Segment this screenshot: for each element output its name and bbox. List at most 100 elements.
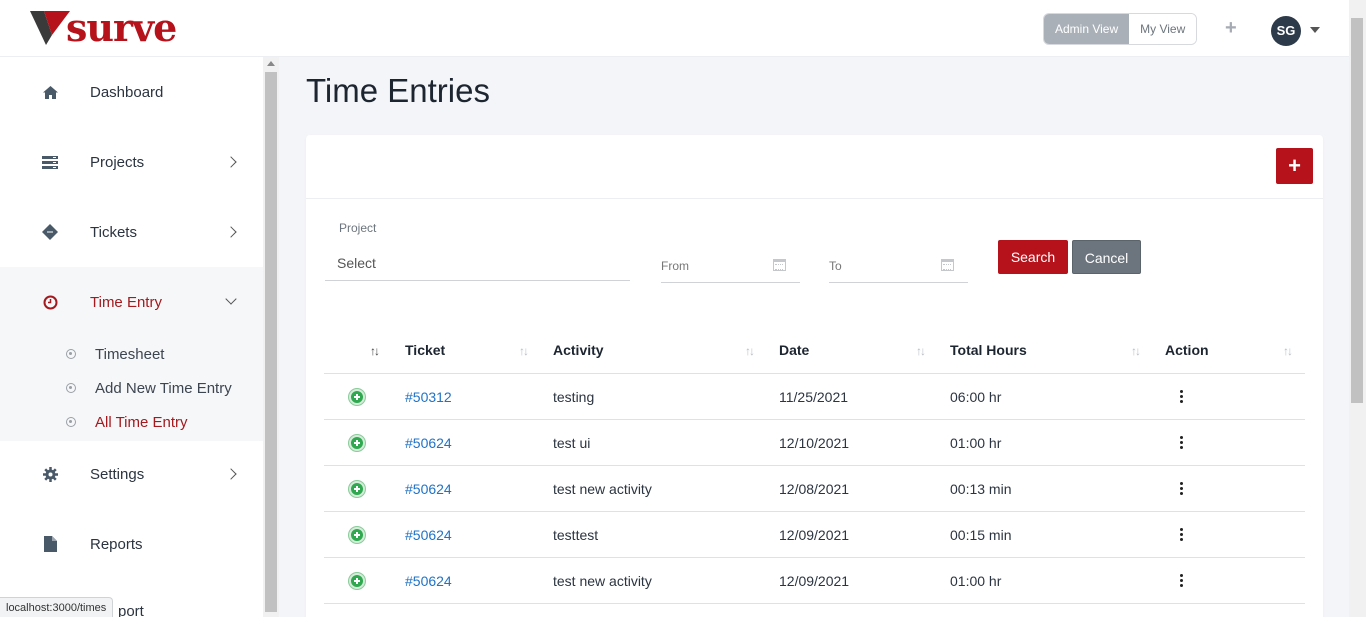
more-vertical-icon[interactable] xyxy=(1180,482,1183,496)
sidebar-scrollbar[interactable] xyxy=(263,57,279,617)
date-cell: 12/08/2021 xyxy=(779,481,850,497)
expand-row-icon[interactable] xyxy=(349,481,365,497)
ticket-link[interactable]: #50624 xyxy=(405,481,452,497)
circle-icon xyxy=(66,417,76,427)
expand-row-icon[interactable] xyxy=(349,573,365,589)
sort-icon[interactable]: ↑↓ xyxy=(1283,344,1293,358)
submenu-item-timesheet[interactable]: Timesheet xyxy=(0,337,263,371)
sidebar-item-settings[interactable]: Settings xyxy=(0,439,263,509)
server-icon xyxy=(42,154,58,170)
expand-row-icon[interactable] xyxy=(349,435,365,451)
status-url-tooltip: localhost:3000/times xyxy=(0,597,114,617)
project-select[interactable]: Select xyxy=(325,253,630,281)
sidebar: Dashboard Projects Tickets Time Entry Ti… xyxy=(0,57,263,617)
to-date-field[interactable]: To xyxy=(829,253,968,283)
activity-cell: test ui xyxy=(553,435,591,451)
sidebar-item-partial[interactable]: port xyxy=(118,603,144,617)
more-vertical-icon[interactable] xyxy=(1180,390,1183,404)
submenu-item-add-new-time-entry[interactable]: Add New Time Entry xyxy=(0,371,263,405)
table-row: #50624 test new activity 12/09/2021 01:0… xyxy=(324,558,1305,604)
submenu-item-label: Add New Time Entry xyxy=(95,379,232,397)
view-toggle: Admin View My View xyxy=(1043,13,1198,45)
table-row: #50624 test ui 12/10/2021 01:00 hr xyxy=(324,420,1305,466)
more-vertical-icon[interactable] xyxy=(1180,574,1183,588)
submenu-item-label: All Time Entry xyxy=(95,413,188,431)
chevron-down-icon xyxy=(225,293,237,305)
circle-icon xyxy=(66,383,76,393)
sort-icon[interactable]: ↑↓ xyxy=(1131,344,1141,358)
activity-cell: testtest xyxy=(553,527,599,543)
table-row: #50624 test new activity 12/08/2021 00:1… xyxy=(324,466,1305,512)
file-icon xyxy=(42,536,58,552)
to-date-placeholder: To xyxy=(829,259,842,273)
sidebar-item-label: Projects xyxy=(90,153,145,171)
from-date-placeholder: From xyxy=(661,259,689,273)
table-row: #50312 testing 11/25/2021 06:00 hr xyxy=(324,374,1305,420)
column-header-ticket[interactable]: Ticket xyxy=(405,342,445,358)
hours-cell: 00:13 min xyxy=(950,481,1012,497)
sidebar-item-label: Tickets xyxy=(90,223,137,241)
avatar[interactable]: SG xyxy=(1271,16,1301,46)
clock-icon xyxy=(42,294,58,310)
ticket-link[interactable]: #50312 xyxy=(405,389,452,405)
page-scrollbar[interactable] xyxy=(1349,0,1366,617)
ticket-link[interactable]: #50624 xyxy=(405,573,452,589)
date-cell: 12/09/2021 xyxy=(779,527,850,543)
more-vertical-icon[interactable] xyxy=(1180,528,1183,542)
calendar-icon[interactable] xyxy=(941,259,954,271)
calendar-icon[interactable] xyxy=(773,259,786,271)
sort-icon[interactable]: ↑↓ xyxy=(370,344,380,358)
sort-icon[interactable]: ↑↓ xyxy=(916,344,926,358)
sidebar-item-projects[interactable]: Projects xyxy=(0,127,263,197)
card-header: + xyxy=(306,135,1323,199)
submenu-item-all-time-entry[interactable]: All Time Entry xyxy=(0,405,263,439)
my-view-button[interactable]: My View xyxy=(1129,14,1197,44)
sidebar-item-label: Time Entry xyxy=(90,293,162,311)
activity-cell: test new activity xyxy=(553,481,652,497)
sidebar-item-reports[interactable]: Reports xyxy=(0,509,263,579)
home-icon xyxy=(42,84,58,100)
plus-icon[interactable]: + xyxy=(1225,17,1237,39)
sidebar-item-label: Settings xyxy=(90,465,145,483)
time-entries-table: ↑↓ Ticket ↑↓ Activity ↑↓ Date ↑↓ Total H… xyxy=(324,330,1305,604)
circle-icon xyxy=(66,349,76,359)
date-cell: 12/09/2021 xyxy=(779,573,850,589)
column-header-total-hours[interactable]: Total Hours xyxy=(950,342,1027,358)
sidebar-item-time-entry[interactable]: Time Entry xyxy=(0,267,263,337)
table-row: #50624 testtest 12/09/2021 00:15 min xyxy=(324,512,1305,558)
sidebar-item-label: Reports xyxy=(90,535,143,553)
sidebar-item-dashboard[interactable]: Dashboard xyxy=(0,57,263,127)
sidebar-item-tickets[interactable]: Tickets xyxy=(0,197,263,267)
date-cell: 12/10/2021 xyxy=(779,435,850,451)
chevron-right-icon xyxy=(225,226,237,238)
more-vertical-icon[interactable] xyxy=(1180,436,1183,450)
date-cell: 11/25/2021 xyxy=(779,389,849,405)
sort-icon[interactable]: ↑↓ xyxy=(519,344,529,358)
ticket-link[interactable]: #50624 xyxy=(405,435,452,451)
ticket-icon xyxy=(42,224,58,240)
column-header-date[interactable]: Date xyxy=(779,342,809,358)
caret-down-icon[interactable] xyxy=(1310,27,1320,33)
hours-cell: 01:00 hr xyxy=(950,573,1002,589)
admin-view-button[interactable]: Admin View xyxy=(1044,14,1130,44)
column-header-action[interactable]: Action xyxy=(1165,342,1209,358)
cancel-button[interactable]: Cancel xyxy=(1072,240,1141,274)
search-button[interactable]: Search xyxy=(998,240,1068,274)
activity-cell: test new activity xyxy=(553,573,652,589)
from-date-field[interactable]: From xyxy=(661,253,800,283)
expand-row-icon[interactable] xyxy=(349,389,365,405)
logo[interactable]: surve xyxy=(30,5,177,50)
scroll-up-arrow-icon[interactable] xyxy=(267,61,275,66)
activity-cell: testing xyxy=(553,389,595,405)
page-scroll-thumb[interactable] xyxy=(1351,18,1363,403)
sidebar-scroll-thumb[interactable] xyxy=(265,72,277,612)
ticket-link[interactable]: #50624 xyxy=(405,527,452,543)
sort-icon[interactable]: ↑↓ xyxy=(745,344,755,358)
expand-row-icon[interactable] xyxy=(349,527,365,543)
logo-text: surve xyxy=(66,5,177,50)
top-header: surve Admin View My View + SG xyxy=(0,0,1366,57)
column-header-activity[interactable]: Activity xyxy=(553,342,604,358)
submenu-item-label: Timesheet xyxy=(95,345,165,363)
add-time-entry-button[interactable]: + xyxy=(1276,148,1313,184)
time-entries-card: + Project Select From To Search Cancel ↑… xyxy=(306,135,1323,617)
